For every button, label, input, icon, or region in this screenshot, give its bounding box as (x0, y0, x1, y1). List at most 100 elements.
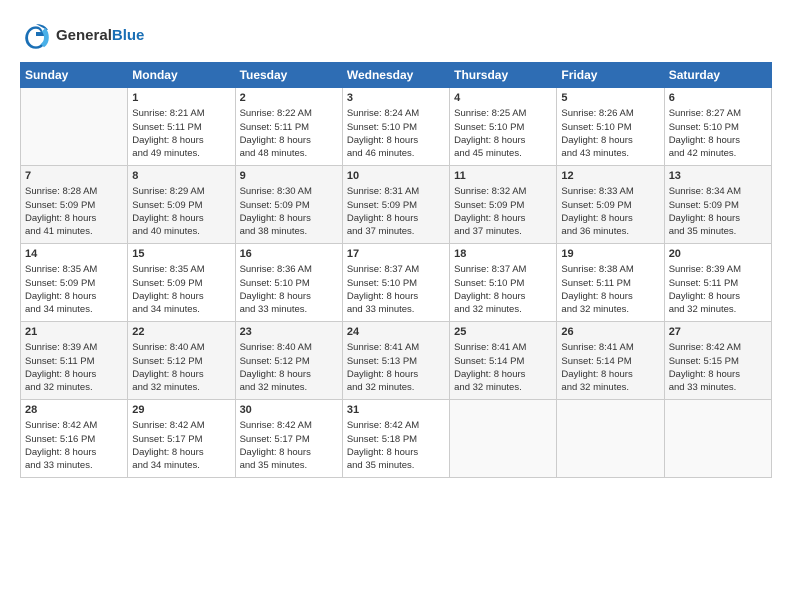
day-number: 5 (561, 91, 659, 106)
day-number: 9 (240, 169, 338, 184)
calendar-cell: 26 Sunrise: 8:41 AM Sunset: 5:14 PM Dayli… (557, 322, 664, 400)
day-content: Sunrise: 8:29 AM Sunset: 5:09 PM Dayligh… (132, 186, 204, 237)
day-content: Sunrise: 8:40 AM Sunset: 5:12 PM Dayligh… (132, 342, 204, 393)
page: GeneralBlue SundayMondayTuesdayWednesday… (0, 0, 792, 612)
calendar-cell: 13 Sunrise: 8:34 AM Sunset: 5:09 PM Dayli… (664, 166, 771, 244)
day-content: Sunrise: 8:25 AM Sunset: 5:10 PM Dayligh… (454, 108, 526, 159)
calendar-cell: 7 Sunrise: 8:28 AM Sunset: 5:09 PM Daylig… (21, 166, 128, 244)
calendar-cell: 10 Sunrise: 8:31 AM Sunset: 5:09 PM Dayli… (342, 166, 449, 244)
calendar-week-1: 1Sunrise: 8:21 AM Sunset: 5:11 PM Daylig… (21, 88, 772, 166)
calendar-header-saturday: Saturday (664, 63, 771, 88)
calendar-header-thursday: Thursday (450, 63, 557, 88)
day-content: Sunrise: 8:42 AM Sunset: 5:16 PM Dayligh… (25, 420, 97, 471)
calendar-cell: 22 Sunrise: 8:40 AM Sunset: 5:12 PM Dayli… (128, 322, 235, 400)
day-content: Sunrise: 8:24 AM Sunset: 5:10 PM Dayligh… (347, 108, 419, 159)
day-content: Sunrise: 8:39 AM Sunset: 5:11 PM Dayligh… (669, 264, 741, 315)
day-number: 28 (25, 403, 123, 418)
day-number: 17 (347, 247, 445, 262)
calendar-cell: 14Sunrise: 8:35 AM Sunset: 5:09 PM Dayli… (21, 244, 128, 322)
day-content: Sunrise: 8:42 AM Sunset: 5:17 PM Dayligh… (132, 420, 204, 471)
logo: GeneralBlue (20, 20, 144, 52)
day-number: 21 (25, 325, 123, 340)
day-content: Sunrise: 8:30 AM Sunset: 5:09 PM Dayligh… (240, 186, 312, 237)
calendar-cell: 29 Sunrise: 8:42 AM Sunset: 5:17 PM Dayli… (128, 400, 235, 478)
day-content: Sunrise: 8:27 AM Sunset: 5:10 PM Dayligh… (669, 108, 741, 159)
day-content: Sunrise: 8:42 AM Sunset: 5:17 PM Dayligh… (240, 420, 312, 471)
day-number: 30 (240, 403, 338, 418)
day-content: Sunrise: 8:41 AM Sunset: 5:13 PM Dayligh… (347, 342, 419, 393)
calendar-header-tuesday: Tuesday (235, 63, 342, 88)
calendar-cell: 8Sunrise: 8:29 AM Sunset: 5:09 PM Daylig… (128, 166, 235, 244)
day-content: Sunrise: 8:37 AM Sunset: 5:10 PM Dayligh… (454, 264, 526, 315)
header: GeneralBlue (20, 20, 772, 52)
day-content: Sunrise: 8:40 AM Sunset: 5:12 PM Dayligh… (240, 342, 312, 393)
day-content: Sunrise: 8:41 AM Sunset: 5:14 PM Dayligh… (561, 342, 633, 393)
day-number: 26 (561, 325, 659, 340)
logo-icon (20, 20, 52, 52)
day-content: Sunrise: 8:37 AM Sunset: 5:10 PM Dayligh… (347, 264, 419, 315)
calendar-cell: 23 Sunrise: 8:40 AM Sunset: 5:12 PM Dayli… (235, 322, 342, 400)
calendar-cell: 20 Sunrise: 8:39 AM Sunset: 5:11 PM Dayli… (664, 244, 771, 322)
calendar-cell: 21 Sunrise: 8:39 AM Sunset: 5:11 PM Dayli… (21, 322, 128, 400)
calendar-header-wednesday: Wednesday (342, 63, 449, 88)
day-content: Sunrise: 8:39 AM Sunset: 5:11 PM Dayligh… (25, 342, 97, 393)
calendar-cell: 2 Sunrise: 8:22 AM Sunset: 5:11 PM Daylig… (235, 88, 342, 166)
day-content: Sunrise: 8:28 AM Sunset: 5:09 PM Dayligh… (25, 186, 97, 237)
calendar-week-5: 28 Sunrise: 8:42 AM Sunset: 5:16 PM Dayli… (21, 400, 772, 478)
day-number: 22 (132, 325, 230, 340)
calendar-cell: 19 Sunrise: 8:38 AM Sunset: 5:11 PM Dayli… (557, 244, 664, 322)
day-content: Sunrise: 8:35 AM Sunset: 5:09 PM Dayligh… (132, 264, 204, 315)
calendar-cell: 24 Sunrise: 8:41 AM Sunset: 5:13 PM Dayli… (342, 322, 449, 400)
day-content: Sunrise: 8:34 AM Sunset: 5:09 PM Dayligh… (669, 186, 741, 237)
day-number: 24 (347, 325, 445, 340)
calendar-table: SundayMondayTuesdayWednesdayThursdayFrid… (20, 62, 772, 478)
calendar-cell: 4 Sunrise: 8:25 AM Sunset: 5:10 PM Daylig… (450, 88, 557, 166)
calendar-header-row: SundayMondayTuesdayWednesdayThursdayFrid… (21, 63, 772, 88)
day-number: 12 (561, 169, 659, 184)
day-content: Sunrise: 8:31 AM Sunset: 5:09 PM Dayligh… (347, 186, 419, 237)
day-content: Sunrise: 8:42 AM Sunset: 5:15 PM Dayligh… (669, 342, 741, 393)
day-number: 13 (669, 169, 767, 184)
day-number: 1 (132, 91, 230, 106)
calendar-cell: 6Sunrise: 8:27 AM Sunset: 5:10 PM Daylig… (664, 88, 771, 166)
day-number: 29 (132, 403, 230, 418)
calendar-week-4: 21 Sunrise: 8:39 AM Sunset: 5:11 PM Dayli… (21, 322, 772, 400)
logo-text: GeneralBlue (56, 27, 144, 45)
day-content: Sunrise: 8:33 AM Sunset: 5:09 PM Dayligh… (561, 186, 633, 237)
day-content: Sunrise: 8:22 AM Sunset: 5:11 PM Dayligh… (240, 108, 312, 159)
day-number: 20 (669, 247, 767, 262)
day-number: 31 (347, 403, 445, 418)
calendar-cell: 9 Sunrise: 8:30 AM Sunset: 5:09 PM Daylig… (235, 166, 342, 244)
day-number: 19 (561, 247, 659, 262)
day-number: 7 (25, 169, 123, 184)
calendar-cell: 31Sunrise: 8:42 AM Sunset: 5:18 PM Dayli… (342, 400, 449, 478)
calendar-cell: 16Sunrise: 8:36 AM Sunset: 5:10 PM Dayli… (235, 244, 342, 322)
day-content: Sunrise: 8:41 AM Sunset: 5:14 PM Dayligh… (454, 342, 526, 393)
day-content: Sunrise: 8:26 AM Sunset: 5:10 PM Dayligh… (561, 108, 633, 159)
day-number: 25 (454, 325, 552, 340)
calendar-cell: 28 Sunrise: 8:42 AM Sunset: 5:16 PM Dayli… (21, 400, 128, 478)
day-number: 10 (347, 169, 445, 184)
calendar-cell (664, 400, 771, 478)
calendar-header-friday: Friday (557, 63, 664, 88)
day-number: 3 (347, 91, 445, 106)
calendar-cell: 17 Sunrise: 8:37 AM Sunset: 5:10 PM Dayli… (342, 244, 449, 322)
calendar-cell (21, 88, 128, 166)
day-number: 2 (240, 91, 338, 106)
day-number: 16 (240, 247, 338, 262)
day-number: 4 (454, 91, 552, 106)
day-content: Sunrise: 8:38 AM Sunset: 5:11 PM Dayligh… (561, 264, 633, 315)
calendar-cell: 30 Sunrise: 8:42 AM Sunset: 5:17 PM Dayli… (235, 400, 342, 478)
calendar-week-2: 7 Sunrise: 8:28 AM Sunset: 5:09 PM Daylig… (21, 166, 772, 244)
calendar-cell: 12 Sunrise: 8:33 AM Sunset: 5:09 PM Dayli… (557, 166, 664, 244)
calendar-cell: 11Sunrise: 8:32 AM Sunset: 5:09 PM Dayli… (450, 166, 557, 244)
calendar-cell: 3 Sunrise: 8:24 AM Sunset: 5:10 PM Daylig… (342, 88, 449, 166)
calendar-header-sunday: Sunday (21, 63, 128, 88)
calendar-cell (450, 400, 557, 478)
day-number: 14 (25, 247, 123, 262)
calendar-cell: 1Sunrise: 8:21 AM Sunset: 5:11 PM Daylig… (128, 88, 235, 166)
calendar-cell (557, 400, 664, 478)
calendar-cell: 18Sunrise: 8:37 AM Sunset: 5:10 PM Dayli… (450, 244, 557, 322)
day-number: 23 (240, 325, 338, 340)
day-content: Sunrise: 8:32 AM Sunset: 5:09 PM Dayligh… (454, 186, 526, 237)
